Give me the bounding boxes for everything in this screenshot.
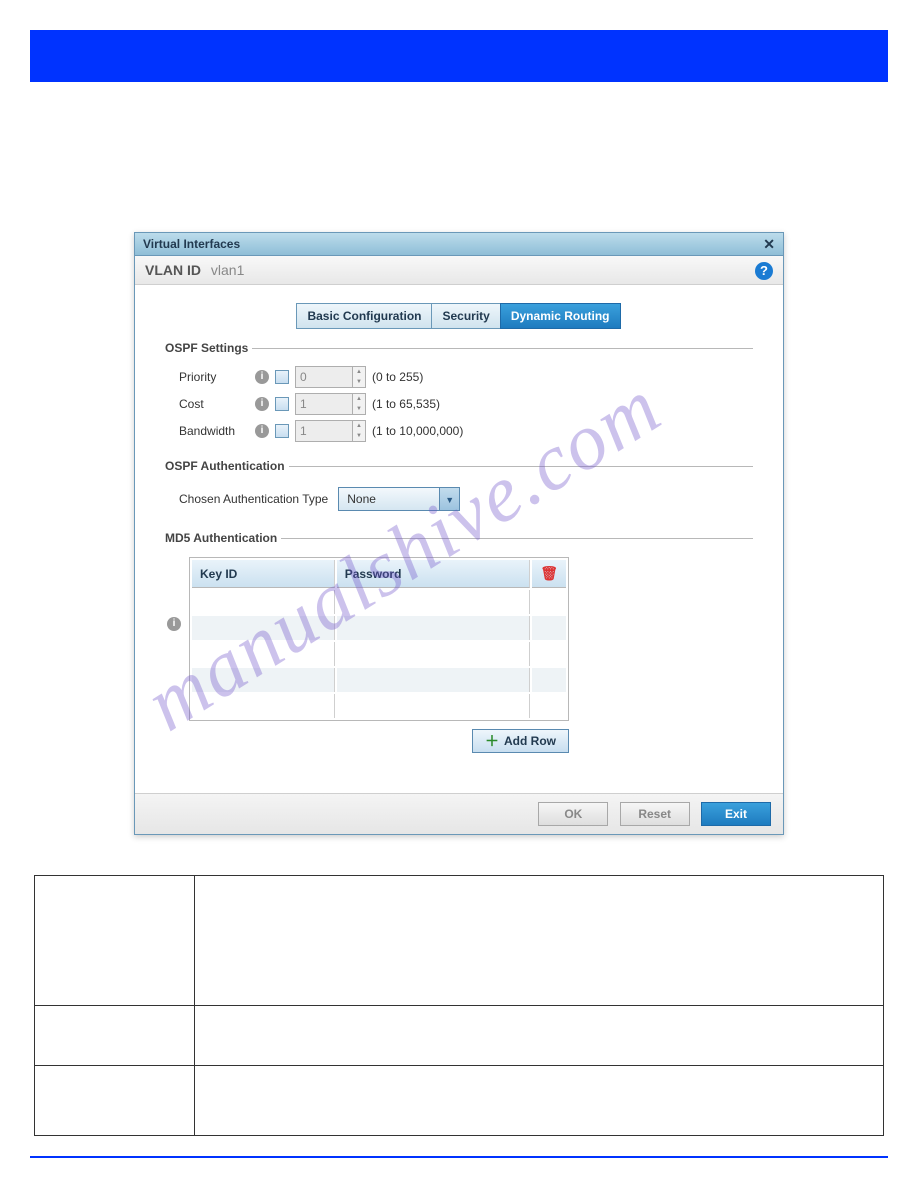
add-row-button[interactable]: ＋ Add Row [472, 729, 569, 753]
dialog-footer: OK Reset Exit [135, 793, 783, 834]
col-key-id[interactable]: Key ID [192, 560, 335, 588]
row-cost: Cost i ▲▼ (1 to 65,535) [179, 393, 753, 415]
table-row[interactable] [192, 668, 566, 692]
help-icon[interactable]: ? [755, 262, 773, 280]
cost-checkbox[interactable] [275, 397, 289, 411]
ospf-auth-legend: OSPF Authentication [165, 459, 289, 473]
caret-up-icon[interactable]: ▲ [353, 367, 365, 377]
doc-cell [195, 876, 884, 1006]
md5-auth-section: MD5 Authentication i Key ID Password 🗑 [165, 531, 753, 753]
document-table [34, 875, 884, 1136]
dialog-title-bar[interactable]: Virtual Interfaces ✕ [135, 233, 783, 256]
virtual-interfaces-dialog: Virtual Interfaces ✕ VLAN ID vlan1 ? Bas… [134, 232, 784, 835]
cost-range: (1 to 65,535) [372, 397, 440, 411]
vlan-id-value: vlan1 [211, 262, 244, 278]
bandwidth-stepper[interactable]: ▲▼ [295, 420, 366, 442]
add-row-label: Add Row [504, 734, 556, 748]
info-icon[interactable]: i [167, 617, 181, 631]
page-top-bar [30, 30, 888, 82]
ospf-auth-section: OSPF Authentication Chosen Authenticatio… [165, 459, 753, 519]
table-row[interactable] [192, 642, 566, 666]
doc-cell [35, 876, 195, 1006]
ospf-settings-legend: OSPF Settings [165, 341, 252, 355]
bandwidth-checkbox[interactable] [275, 424, 289, 438]
bandwidth-input[interactable] [296, 421, 352, 441]
doc-cell [195, 1066, 884, 1136]
doc-cell [195, 1006, 884, 1066]
md5-auth-legend: MD5 Authentication [165, 531, 281, 545]
row-priority: Priority i ▲▼ (0 to 255) [179, 366, 753, 388]
doc-cell [35, 1006, 195, 1066]
table-row[interactable] [192, 616, 566, 640]
ospf-settings-section: OSPF Settings Priority i ▲▼ (0 to 255) C… [165, 341, 753, 447]
cost-label: Cost [179, 397, 249, 411]
auth-type-dropdown[interactable]: None ▼ [338, 487, 460, 511]
close-icon[interactable]: ✕ [763, 236, 775, 253]
table-row[interactable] [192, 590, 566, 614]
caret-up-icon[interactable]: ▲ [353, 421, 365, 431]
info-icon[interactable]: i [255, 370, 269, 384]
reset-button[interactable]: Reset [620, 802, 690, 826]
info-icon[interactable]: i [255, 397, 269, 411]
caret-down-icon[interactable]: ▼ [353, 404, 365, 414]
ok-button[interactable]: OK [538, 802, 608, 826]
page-bottom-rule [30, 1156, 888, 1158]
tab-dynamic-routing[interactable]: Dynamic Routing [500, 303, 621, 329]
auth-type-value: None [339, 492, 439, 506]
bandwidth-label: Bandwidth [179, 424, 249, 438]
caret-up-icon[interactable]: ▲ [353, 394, 365, 404]
priority-checkbox[interactable] [275, 370, 289, 384]
exit-button[interactable]: Exit [701, 802, 771, 826]
tab-strip: Basic ConfigurationSecurityDynamic Routi… [165, 303, 753, 329]
priority-label: Priority [179, 370, 249, 384]
priority-range: (0 to 255) [372, 370, 423, 384]
vlan-id-label: VLAN ID [145, 262, 201, 278]
caret-down-icon[interactable]: ▼ [353, 431, 365, 441]
tab-basic-configuration[interactable]: Basic Configuration [296, 303, 432, 329]
row-bandwidth: Bandwidth i ▲▼ (1 to 10,000,000) [179, 420, 753, 442]
info-icon[interactable]: i [255, 424, 269, 438]
tab-security[interactable]: Security [431, 303, 500, 329]
trash-icon[interactable]: 🗑 [540, 565, 558, 581]
priority-stepper[interactable]: ▲▼ [295, 366, 366, 388]
bandwidth-range: (1 to 10,000,000) [372, 424, 463, 438]
dialog-subheader: VLAN ID vlan1 ? [135, 256, 783, 285]
plus-icon: ＋ [485, 735, 499, 747]
priority-input[interactable] [296, 367, 352, 387]
col-password[interactable]: Password [337, 560, 531, 588]
cost-stepper[interactable]: ▲▼ [295, 393, 366, 415]
caret-down-icon[interactable]: ▼ [353, 377, 365, 387]
table-row[interactable] [192, 694, 566, 718]
md5-table: Key ID Password 🗑 [189, 557, 569, 721]
doc-cell [35, 1066, 195, 1136]
auth-type-label: Chosen Authentication Type [179, 492, 328, 506]
chevron-down-icon[interactable]: ▼ [439, 488, 459, 510]
cost-input[interactable] [296, 394, 352, 414]
dialog-title: Virtual Interfaces [143, 237, 240, 251]
